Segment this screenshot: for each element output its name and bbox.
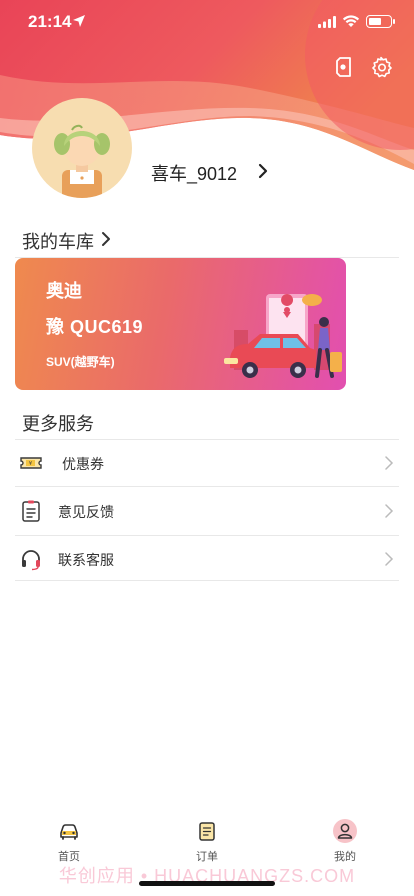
car-icon [60, 824, 78, 840]
status-bar: 21:14 [0, 0, 414, 44]
service-item-coupon[interactable]: ¥ 优惠券 [15, 439, 399, 487]
car-plate: 豫 QUC619 [46, 317, 144, 337]
gear-icon[interactable] [369, 55, 393, 79]
battery-level [369, 18, 381, 25]
headset-icon [22, 550, 40, 571]
coupon-icon: ¥ [20, 457, 42, 469]
garage-title[interactable]: 我的车库 [22, 228, 94, 254]
clipboard-icon [22, 500, 40, 522]
username[interactable]: 喜车_9012 [151, 160, 237, 186]
chevron-right-icon [385, 456, 394, 470]
services-title: 更多服务 [22, 414, 94, 434]
tab-home[interactable]: 首页 [29, 810, 109, 866]
avatar-illustration [54, 124, 110, 198]
car-type: SUV(越野车) [46, 355, 115, 369]
car-brand: 奥迪 [46, 281, 82, 301]
service-item-customer-service[interactable]: 联系客服 [15, 535, 399, 583]
status-time: 21:14 [28, 12, 72, 31]
tab-profile[interactable]: 我的 [305, 810, 385, 866]
svg-text:¥: ¥ [29, 461, 32, 467]
battery-icon [366, 15, 395, 28]
home-indicator[interactable] [139, 881, 275, 886]
service-label: 意见反馈 [58, 504, 114, 520]
share-icon[interactable] [333, 55, 357, 79]
divider [15, 580, 399, 581]
wifi-icon [342, 15, 360, 27]
location-arrow-icon [73, 15, 85, 27]
signal-icon [318, 16, 336, 28]
service-label: 联系客服 [58, 552, 114, 568]
car-illustration [224, 294, 342, 378]
profile-icon [337, 823, 353, 839]
tab-bar: 首页 订单 我的 [0, 810, 414, 870]
chevron-right-icon[interactable] [256, 163, 270, 179]
tab-orders[interactable]: 订单 [167, 810, 247, 866]
avatar[interactable] [32, 98, 132, 198]
chevron-right-icon [385, 552, 394, 566]
order-icon [199, 822, 215, 841]
service-label: 优惠券 [62, 456, 104, 472]
car-card[interactable]: 奥迪 豫 QUC619 SUV(越野车) [15, 258, 346, 390]
chevron-right-icon[interactable] [100, 231, 112, 247]
service-item-feedback[interactable]: 意见反馈 [15, 487, 399, 535]
chevron-right-icon [385, 504, 394, 518]
